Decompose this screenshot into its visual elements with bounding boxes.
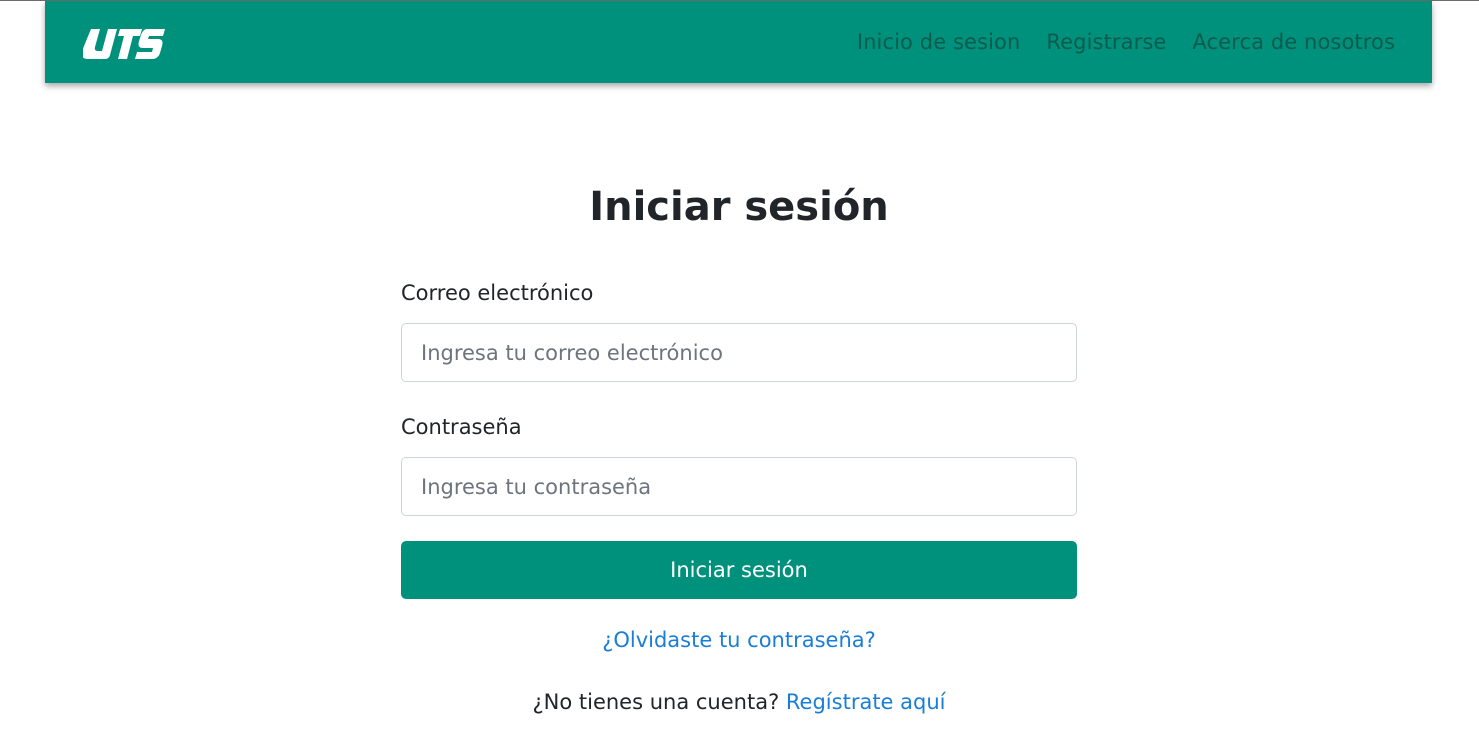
login-submit-button[interactable]: Iniciar sesión	[401, 541, 1077, 599]
register-link[interactable]: Regístrate aquí	[786, 690, 946, 714]
nav-links: Inicio de sesion Registrarse Acerca de n…	[857, 1, 1395, 83]
password-label: Contraseña	[401, 415, 522, 439]
uts-logo[interactable]	[83, 25, 167, 61]
nav-link-register[interactable]: Registrarse	[1046, 30, 1166, 54]
forgot-password-row: ¿Olvidaste tu contraseña?	[401, 628, 1077, 652]
forgot-password-link[interactable]: ¿Olvidaste tu contraseña?	[602, 628, 876, 652]
nav-link-login[interactable]: Inicio de sesion	[857, 30, 1021, 54]
register-prompt: ¿No tienes una cuenta? Regístrate aquí	[401, 690, 1077, 714]
page-title: Iniciar sesión	[589, 184, 889, 230]
nav-link-about[interactable]: Acerca de nosotros	[1192, 30, 1395, 54]
password-field[interactable]	[401, 457, 1077, 516]
email-field[interactable]	[401, 323, 1077, 382]
navbar: Inicio de sesion Registrarse Acerca de n…	[45, 1, 1432, 83]
email-label: Correo electrónico	[401, 281, 594, 305]
no-account-text: ¿No tienes una cuenta?	[532, 690, 780, 714]
